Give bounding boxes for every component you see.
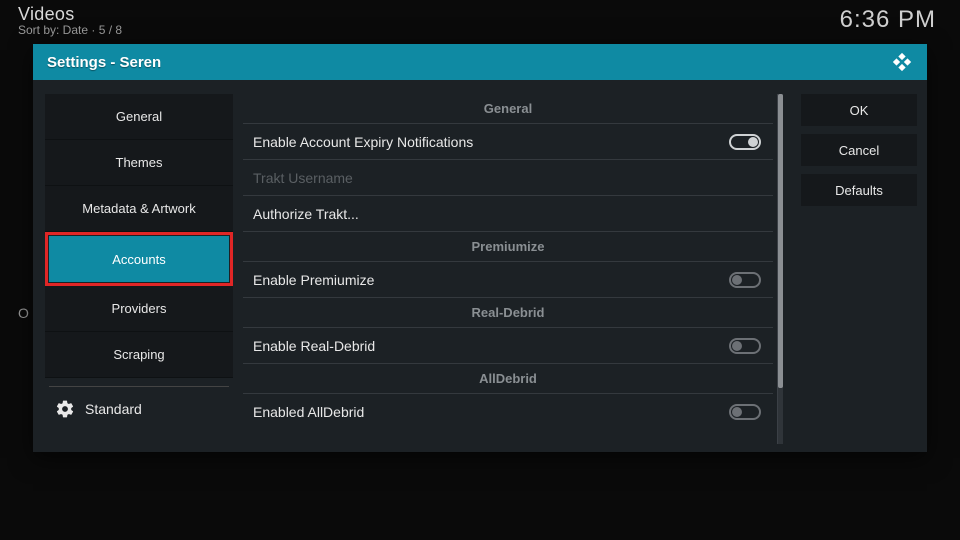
button-label: Defaults xyxy=(835,183,883,198)
settings-level-button[interactable]: Standard xyxy=(45,393,233,419)
clock: 6:36 PM xyxy=(840,6,936,34)
kodi-logo-icon xyxy=(891,51,913,73)
setting-label: Trakt Username xyxy=(253,170,353,186)
settings-level-label: Standard xyxy=(85,401,142,417)
toggle-on-icon[interactable] xyxy=(729,134,761,150)
settings-content-scroll: General Enable Account Expiry Notificati… xyxy=(243,94,778,444)
sidebar-item-label: Scraping xyxy=(113,347,164,362)
breadcrumb-sub: Sort by: Date · 5 / 8 xyxy=(18,23,942,37)
sidebar-item-label: Metadata & Artwork xyxy=(82,201,195,216)
setting-label: Enable Account Expiry Notifications xyxy=(253,134,473,150)
group-header-label: Premiumize xyxy=(472,239,545,254)
group-header-alldebrid: AllDebrid xyxy=(243,364,773,394)
highlight-accounts: Accounts xyxy=(45,232,233,286)
ok-button[interactable]: OK xyxy=(801,94,917,126)
top-bar: Videos Sort by: Date · 5 / 8 6:36 PM xyxy=(0,0,960,40)
sidebar-item-label: Themes xyxy=(116,155,163,170)
sidebar-item-label: General xyxy=(116,109,162,124)
settings-sidebar: General Themes Metadata & Artwork Accoun… xyxy=(45,94,233,444)
row-enable-account-expiry[interactable]: Enable Account Expiry Notifications xyxy=(243,124,773,160)
group-header-label: General xyxy=(484,101,532,116)
row-trakt-username: Trakt Username xyxy=(243,160,773,196)
cancel-button[interactable]: Cancel xyxy=(801,134,917,166)
dialog-header: Settings - Seren xyxy=(33,44,927,80)
row-authorize-trakt[interactable]: Authorize Trakt... xyxy=(243,196,773,232)
toggle-off-icon[interactable] xyxy=(729,272,761,288)
sidebar-item-scraping[interactable]: Scraping xyxy=(45,332,233,378)
button-label: Cancel xyxy=(839,143,879,158)
content-scrollbar[interactable] xyxy=(778,94,783,444)
settings-content: General Enable Account Expiry Notificati… xyxy=(243,94,783,444)
toggle-off-icon[interactable] xyxy=(729,404,761,420)
group-header-premiumize: Premiumize xyxy=(243,232,773,262)
setting-label: Authorize Trakt... xyxy=(253,206,359,222)
gear-icon xyxy=(55,399,75,419)
sidebar-item-label: Accounts xyxy=(112,252,165,267)
sidebar-item-providers[interactable]: Providers xyxy=(45,286,233,332)
group-header-general: General xyxy=(243,94,773,124)
group-header-label: Real-Debrid xyxy=(472,305,545,320)
dialog-body: General Themes Metadata & Artwork Accoun… xyxy=(33,80,927,452)
letter-hint: O xyxy=(18,305,29,321)
sidebar-divider xyxy=(49,386,229,387)
row-enable-real-debrid[interactable]: Enable Real-Debrid xyxy=(243,328,773,364)
sidebar-item-metadata-artwork[interactable]: Metadata & Artwork xyxy=(45,186,233,232)
toggle-off-icon[interactable] xyxy=(729,338,761,354)
sidebar-item-general[interactable]: General xyxy=(45,94,233,140)
dialog-actions: OK Cancel Defaults xyxy=(793,94,917,444)
sidebar-item-themes[interactable]: Themes xyxy=(45,140,233,186)
scrollbar-thumb[interactable] xyxy=(778,94,783,388)
dialog-title: Settings - Seren xyxy=(47,54,161,71)
sidebar-item-accounts[interactable]: Accounts xyxy=(49,236,229,282)
settings-dialog: Settings - Seren General Themes Metadata… xyxy=(33,44,927,452)
setting-label: Enable Real-Debrid xyxy=(253,338,375,354)
setting-label: Enable Premiumize xyxy=(253,272,374,288)
setting-label: Enabled AllDebrid xyxy=(253,404,364,420)
group-header-label: AllDebrid xyxy=(479,371,537,386)
group-header-real-debrid: Real-Debrid xyxy=(243,298,773,328)
row-enable-premiumize[interactable]: Enable Premiumize xyxy=(243,262,773,298)
breadcrumb-title: Videos xyxy=(18,4,942,25)
button-label: OK xyxy=(850,103,869,118)
row-enabled-alldebrid[interactable]: Enabled AllDebrid xyxy=(243,394,773,430)
defaults-button[interactable]: Defaults xyxy=(801,174,917,206)
sidebar-item-label: Providers xyxy=(112,301,167,316)
